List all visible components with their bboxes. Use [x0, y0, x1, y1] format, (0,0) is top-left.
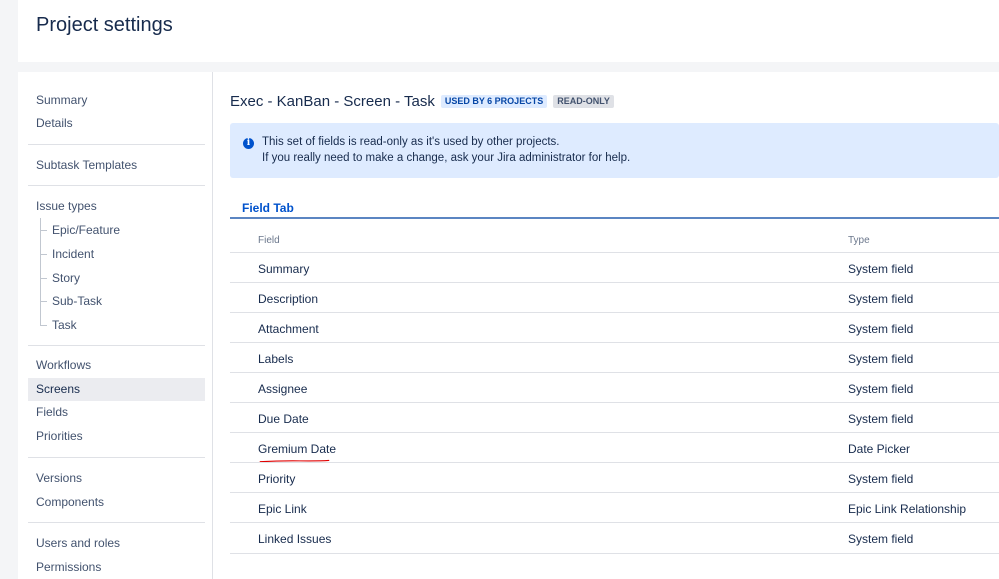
field-name: Gremium Date — [258, 442, 337, 456]
sidebar-subitem-story[interactable]: Story — [28, 267, 80, 290]
field-type: System field — [848, 412, 914, 426]
field-type: System field — [848, 262, 914, 276]
sidebar-item-versions[interactable]: Versions — [28, 467, 205, 490]
page-header: Project settings — [18, 0, 999, 62]
sidebar-subitem-incident[interactable]: Incident — [28, 243, 94, 266]
sidebar-item-subtask-templates[interactable]: Subtask Templates — [28, 154, 205, 177]
table-row: Attachment System field — [230, 312, 999, 343]
sidebar-divider — [28, 522, 205, 523]
table-row: Priority System field — [230, 462, 999, 493]
field-name: Linked Issues — [258, 532, 332, 546]
field-name: Assignee — [258, 382, 308, 396]
read-only-badge: READ-ONLY — [553, 95, 614, 108]
table-row: Assignee System field — [230, 372, 999, 403]
sidebar-item-permissions[interactable]: Permissions — [28, 556, 205, 579]
used-by-badge[interactable]: USED BY 6 PROJECTS — [440, 95, 548, 108]
field-type: Date Picker — [848, 442, 911, 456]
table-row: Description System field — [230, 282, 999, 313]
table-row: Summary System field — [230, 252, 999, 283]
sidebar-item-priorities[interactable]: Priorities — [28, 425, 205, 448]
sidebar-item-workflows[interactable]: Workflows — [28, 354, 205, 377]
table-row: Due Date System field — [230, 402, 999, 433]
field-type: System field — [848, 472, 914, 486]
sidebar-item-details[interactable]: Details — [28, 112, 205, 135]
field-name: Description — [258, 292, 319, 306]
info-message-line-2: If you really need to make a change, ask… — [262, 152, 631, 164]
sidebar-subitem-task[interactable]: Task — [28, 314, 77, 337]
sidebar-item-components[interactable]: Components — [28, 491, 205, 514]
field-type: Epic Link Relationship — [848, 502, 967, 516]
sidebar-item-summary[interactable]: Summary — [28, 89, 205, 112]
page-title: Exec - KanBan - Screen - Task USED BY 6 … — [230, 93, 614, 110]
table-row: Epic Link Epic Link Relationship — [230, 492, 999, 523]
field-type: System field — [848, 532, 914, 546]
sidebar-item-issue-types[interactable]: Issue types — [28, 195, 205, 218]
table-row: Gremium Date Date Picker — [230, 432, 999, 463]
sidebar-item-users-and-roles[interactable]: Users and roles — [28, 532, 205, 555]
column-header-field: Field — [258, 235, 280, 246]
field-name: Attachment — [258, 322, 319, 336]
sidebar-subitem-epic-feature[interactable]: Epic/Feature — [28, 219, 120, 242]
field-type: System field — [848, 352, 914, 366]
field-name: Due Date — [258, 412, 309, 426]
screen-name: Exec - KanBan - Screen - Task — [230, 93, 435, 110]
field-type: System field — [848, 382, 914, 396]
table-header: Field Type — [230, 230, 999, 252]
sidebar-divider — [28, 144, 205, 145]
tab-underline — [230, 217, 999, 219]
field-name: Summary — [258, 262, 310, 276]
tab-field-tab[interactable]: Field Tab — [242, 201, 294, 215]
page-header-title: Project settings — [36, 14, 173, 36]
sidebar-item-screens[interactable]: Screens — [28, 378, 205, 401]
sidebar-subitem-sub-task[interactable]: Sub-Task — [28, 290, 102, 313]
main-panel: Summary Details Subtask Templates Issue … — [18, 72, 999, 579]
field-name: Labels — [258, 352, 294, 366]
content-area: Exec - KanBan - Screen - Task USED BY 6 … — [230, 72, 999, 579]
table-row: Linked Issues System field — [230, 522, 999, 554]
info-message-line-1: This set of fields is read-only as it's … — [262, 136, 560, 148]
sidebar: Summary Details Subtask Templates Issue … — [18, 72, 213, 579]
sidebar-item-fields[interactable]: Fields — [28, 401, 205, 424]
field-name: Epic Link — [258, 502, 307, 516]
sidebar-divider — [28, 185, 205, 186]
column-header-type: Type — [848, 235, 870, 246]
sidebar-divider — [28, 457, 205, 458]
field-type: System field — [848, 292, 914, 306]
info-icon: i — [243, 138, 254, 149]
field-type: System field — [848, 322, 914, 336]
table-row: Labels System field — [230, 342, 999, 373]
field-name: Priority — [258, 472, 296, 486]
sidebar-divider — [28, 345, 205, 346]
info-message: i This set of fields is read-only as it'… — [230, 123, 999, 178]
